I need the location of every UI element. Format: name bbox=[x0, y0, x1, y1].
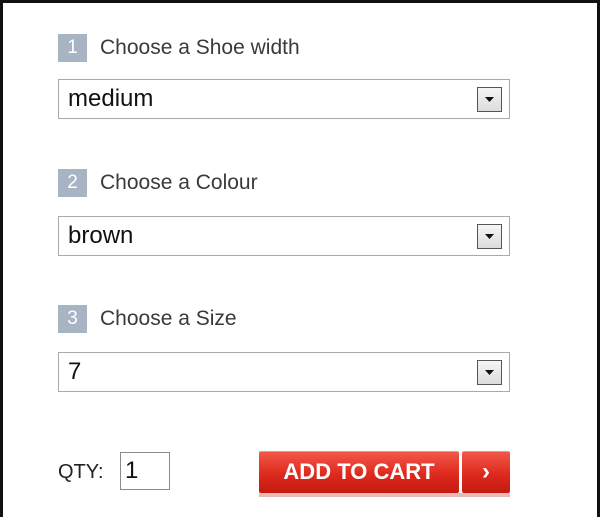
add-to-cart-label[interactable]: ADD TO CART bbox=[259, 451, 459, 493]
size-select[interactable]: 7 bbox=[58, 352, 510, 392]
select-value: brown bbox=[68, 222, 134, 249]
select-value: 7 bbox=[68, 358, 82, 385]
step-title: Choose a Colour bbox=[100, 171, 258, 194]
step-title: Choose a Shoe width bbox=[100, 36, 300, 59]
step-2-header: 2 Choose a Colour bbox=[58, 169, 258, 197]
product-options-panel: 1 Choose a Shoe width medium 2 Choose a … bbox=[0, 0, 600, 517]
step-1-header: 1 Choose a Shoe width bbox=[58, 34, 300, 62]
button-shadow bbox=[259, 493, 510, 497]
colour-select[interactable]: brown bbox=[58, 216, 510, 256]
chevron-down-icon[interactable] bbox=[477, 86, 502, 112]
step-title: Choose a Size bbox=[100, 307, 237, 330]
qty-input[interactable] bbox=[120, 452, 170, 490]
chevron-right-icon[interactable]: › bbox=[462, 451, 510, 493]
add-to-cart-button[interactable]: ADD TO CART › bbox=[259, 451, 510, 493]
chevron-down-icon[interactable] bbox=[477, 223, 502, 249]
qty-label: QTY: bbox=[58, 461, 104, 483]
select-value: medium bbox=[68, 85, 154, 112]
step-number-badge: 1 bbox=[58, 34, 87, 62]
step-number-badge: 3 bbox=[58, 305, 87, 333]
shoe-width-select[interactable]: medium bbox=[58, 79, 510, 119]
step-3-header: 3 Choose a Size bbox=[58, 305, 237, 333]
chevron-down-icon[interactable] bbox=[477, 359, 502, 385]
step-number-badge: 2 bbox=[58, 169, 87, 197]
